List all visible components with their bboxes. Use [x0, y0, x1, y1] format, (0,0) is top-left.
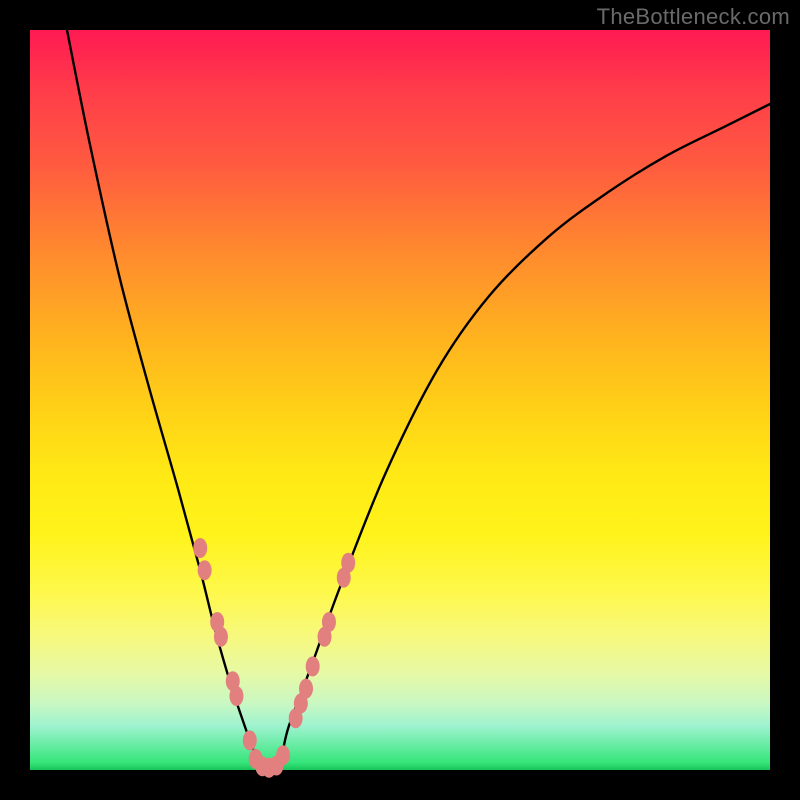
watermark-text: TheBottleneck.com — [597, 4, 790, 30]
plot-outer — [30, 30, 770, 770]
marker-point — [214, 627, 228, 647]
chart-frame: TheBottleneck.com — [0, 0, 800, 800]
marker-point — [341, 553, 355, 573]
marker-point — [299, 679, 313, 699]
highlighted-points — [193, 538, 355, 778]
marker-point — [229, 686, 243, 706]
marker-point — [322, 612, 336, 632]
marker-point — [198, 560, 212, 580]
bottleneck-curve — [67, 30, 770, 772]
curve-layer — [30, 30, 770, 770]
marker-point — [193, 538, 207, 558]
marker-point — [243, 730, 257, 750]
marker-point — [276, 745, 290, 765]
marker-point — [306, 656, 320, 676]
